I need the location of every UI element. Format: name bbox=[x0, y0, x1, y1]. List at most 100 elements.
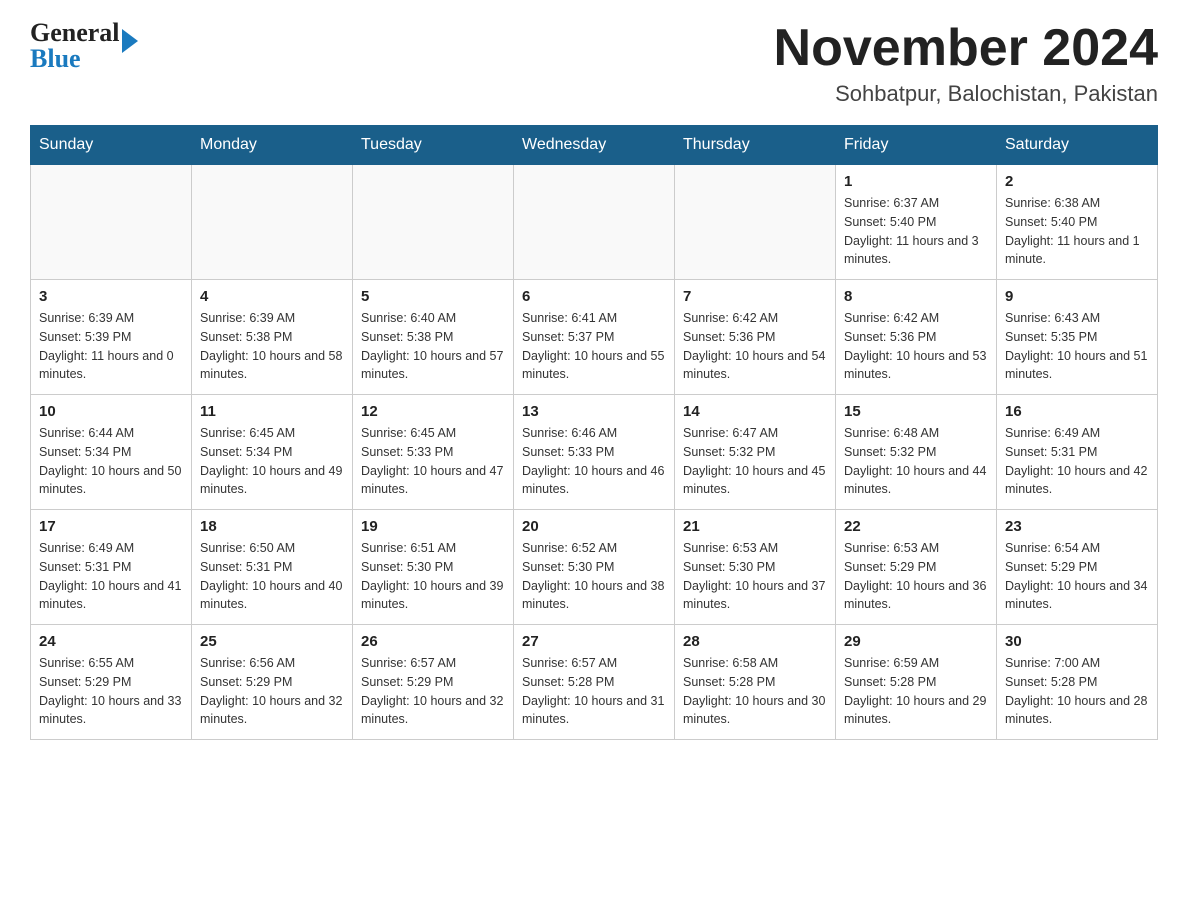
calendar-cell: 29Sunrise: 6:59 AM Sunset: 5:28 PM Dayli… bbox=[836, 625, 997, 740]
day-number: 14 bbox=[683, 403, 827, 420]
day-number: 1 bbox=[844, 173, 988, 190]
calendar-cell: 17 Sunrise: 6:49 AM Sunset: 5:31 PM Dayli… bbox=[31, 510, 192, 625]
weekday-header-row: SundayMondayTuesdayWednesdayThursdayFrid… bbox=[31, 126, 1158, 165]
day-info: Sunrise: 6:51 AM Sunset: 5:30 PM Dayligh… bbox=[361, 539, 505, 614]
weekday-header-saturday: Saturday bbox=[997, 126, 1158, 165]
day-info: Sunrise: 6:54 AM Sunset: 5:29 PM Dayligh… bbox=[1005, 539, 1149, 614]
day-number: 26 bbox=[361, 633, 505, 650]
day-number: 7 bbox=[683, 288, 827, 305]
day-info: Sunrise: 6:57 AM Sunset: 5:29 PM Dayligh… bbox=[361, 654, 505, 729]
weekday-header-tuesday: Tuesday bbox=[353, 126, 514, 165]
month-title: November 2024 bbox=[774, 20, 1158, 77]
day-info: Sunrise: 6:59 AM Sunset: 5:28 PM Dayligh… bbox=[844, 654, 988, 729]
day-info: Sunrise: 6:58 AM Sunset: 5:28 PM Dayligh… bbox=[683, 654, 827, 729]
calendar-cell bbox=[31, 165, 192, 280]
day-number: 23 bbox=[1005, 518, 1149, 535]
day-info: Sunrise: 6:52 AM Sunset: 5:30 PM Dayligh… bbox=[522, 539, 666, 614]
calendar-cell: 4 Sunrise: 6:39 AM Sunset: 5:38 PM Daylig… bbox=[192, 280, 353, 395]
calendar-cell: 16 Sunrise: 6:49 AM Sunset: 5:31 PM Dayli… bbox=[997, 395, 1158, 510]
calendar-cell bbox=[192, 165, 353, 280]
day-number: 27 bbox=[522, 633, 666, 650]
day-number: 21 bbox=[683, 518, 827, 535]
calendar-week-row: 3 Sunrise: 6:39 AM Sunset: 5:39 PM Daylig… bbox=[31, 280, 1158, 395]
day-number: 5 bbox=[361, 288, 505, 305]
calendar-cell: 22Sunrise: 6:53 AM Sunset: 5:29 PM Dayli… bbox=[836, 510, 997, 625]
calendar-cell: 1Sunrise: 6:37 AM Sunset: 5:40 PM Daylig… bbox=[836, 165, 997, 280]
page-header: General Blue November 2024 Sohbatpur, Ba… bbox=[30, 20, 1158, 107]
calendar-cell: 18 Sunrise: 6:50 AM Sunset: 5:31 PM Dayli… bbox=[192, 510, 353, 625]
day-info: Sunrise: 6:50 AM Sunset: 5:31 PM Dayligh… bbox=[200, 539, 344, 614]
day-info: Sunrise: 6:55 AM Sunset: 5:29 PM Dayligh… bbox=[39, 654, 183, 729]
title-area: November 2024 Sohbatpur, Balochistan, Pa… bbox=[774, 20, 1158, 107]
day-number: 4 bbox=[200, 288, 344, 305]
calendar-cell: 6 Sunrise: 6:41 AM Sunset: 5:37 PM Daylig… bbox=[514, 280, 675, 395]
day-number: 10 bbox=[39, 403, 183, 420]
calendar-header: SundayMondayTuesdayWednesdayThursdayFrid… bbox=[31, 126, 1158, 165]
calendar-cell: 3 Sunrise: 6:39 AM Sunset: 5:39 PM Daylig… bbox=[31, 280, 192, 395]
calendar-cell: 5 Sunrise: 6:40 AM Sunset: 5:38 PM Daylig… bbox=[353, 280, 514, 395]
day-info: Sunrise: 6:39 AM Sunset: 5:39 PM Dayligh… bbox=[39, 309, 183, 384]
calendar-cell: 15 Sunrise: 6:48 AM Sunset: 5:32 PM Dayli… bbox=[836, 395, 997, 510]
logo-line2: Blue bbox=[30, 46, 120, 72]
day-info: Sunrise: 6:42 AM Sunset: 5:36 PM Dayligh… bbox=[844, 309, 988, 384]
calendar-cell: 10 Sunrise: 6:44 AM Sunset: 5:34 PM Dayli… bbox=[31, 395, 192, 510]
calendar-cell: 13 Sunrise: 6:46 AM Sunset: 5:33 PM Dayli… bbox=[514, 395, 675, 510]
day-number: 2 bbox=[1005, 173, 1149, 190]
day-info: Sunrise: 6:38 AM Sunset: 5:40 PM Dayligh… bbox=[1005, 194, 1149, 269]
day-number: 28 bbox=[683, 633, 827, 650]
day-info: Sunrise: 6:42 AM Sunset: 5:36 PM Dayligh… bbox=[683, 309, 827, 384]
day-number: 18 bbox=[200, 518, 344, 535]
day-number: 9 bbox=[1005, 288, 1149, 305]
calendar-cell bbox=[353, 165, 514, 280]
calendar-cell: 28 Sunrise: 6:58 AM Sunset: 5:28 PM Dayli… bbox=[675, 625, 836, 740]
calendar-cell: 21 Sunrise: 6:53 AM Sunset: 5:30 PM Dayli… bbox=[675, 510, 836, 625]
day-info: Sunrise: 6:40 AM Sunset: 5:38 PM Dayligh… bbox=[361, 309, 505, 384]
logo-text: General Blue bbox=[30, 20, 120, 72]
calendar-cell: 14 Sunrise: 6:47 AM Sunset: 5:32 PM Dayli… bbox=[675, 395, 836, 510]
calendar-cell: 26 Sunrise: 6:57 AM Sunset: 5:29 PM Dayli… bbox=[353, 625, 514, 740]
calendar-cell: 2 Sunrise: 6:38 AM Sunset: 5:40 PM Daylig… bbox=[997, 165, 1158, 280]
day-info: Sunrise: 6:45 AM Sunset: 5:33 PM Dayligh… bbox=[361, 424, 505, 499]
day-number: 8 bbox=[844, 288, 988, 305]
day-number: 15 bbox=[844, 403, 988, 420]
weekday-header-friday: Friday bbox=[836, 126, 997, 165]
day-number: 30 bbox=[1005, 633, 1149, 650]
day-number: 12 bbox=[361, 403, 505, 420]
day-number: 3 bbox=[39, 288, 183, 305]
calendar-cell: 19 Sunrise: 6:51 AM Sunset: 5:30 PM Dayli… bbox=[353, 510, 514, 625]
logo-triangle-icon bbox=[122, 29, 138, 53]
day-number: 22 bbox=[844, 518, 988, 535]
day-info: Sunrise: 6:49 AM Sunset: 5:31 PM Dayligh… bbox=[39, 539, 183, 614]
calendar-cell: 12 Sunrise: 6:45 AM Sunset: 5:33 PM Dayli… bbox=[353, 395, 514, 510]
day-info: Sunrise: 6:39 AM Sunset: 5:38 PM Dayligh… bbox=[200, 309, 344, 384]
day-number: 24 bbox=[39, 633, 183, 650]
day-number: 19 bbox=[361, 518, 505, 535]
calendar-cell bbox=[514, 165, 675, 280]
day-info: Sunrise: 6:48 AM Sunset: 5:32 PM Dayligh… bbox=[844, 424, 988, 499]
day-info: Sunrise: 6:44 AM Sunset: 5:34 PM Dayligh… bbox=[39, 424, 183, 499]
day-info: Sunrise: 6:57 AM Sunset: 5:28 PM Dayligh… bbox=[522, 654, 666, 729]
calendar-cell: 9Sunrise: 6:43 AM Sunset: 5:35 PM Daylig… bbox=[997, 280, 1158, 395]
day-number: 16 bbox=[1005, 403, 1149, 420]
calendar-cell: 25Sunrise: 6:56 AM Sunset: 5:29 PM Dayli… bbox=[192, 625, 353, 740]
calendar-week-row: 17 Sunrise: 6:49 AM Sunset: 5:31 PM Dayli… bbox=[31, 510, 1158, 625]
calendar-cell: 30Sunrise: 7:00 AM Sunset: 5:28 PM Dayli… bbox=[997, 625, 1158, 740]
calendar-week-row: 1Sunrise: 6:37 AM Sunset: 5:40 PM Daylig… bbox=[31, 165, 1158, 280]
day-number: 13 bbox=[522, 403, 666, 420]
day-number: 6 bbox=[522, 288, 666, 305]
calendar-cell: 27 Sunrise: 6:57 AM Sunset: 5:28 PM Dayli… bbox=[514, 625, 675, 740]
weekday-header-wednesday: Wednesday bbox=[514, 126, 675, 165]
day-info: Sunrise: 6:41 AM Sunset: 5:37 PM Dayligh… bbox=[522, 309, 666, 384]
day-info: Sunrise: 6:56 AM Sunset: 5:29 PM Dayligh… bbox=[200, 654, 344, 729]
day-info: Sunrise: 6:49 AM Sunset: 5:31 PM Dayligh… bbox=[1005, 424, 1149, 499]
day-info: Sunrise: 6:47 AM Sunset: 5:32 PM Dayligh… bbox=[683, 424, 827, 499]
weekday-header-monday: Monday bbox=[192, 126, 353, 165]
calendar-table: SundayMondayTuesdayWednesdayThursdayFrid… bbox=[30, 125, 1158, 740]
calendar-cell: 7 Sunrise: 6:42 AM Sunset: 5:36 PM Daylig… bbox=[675, 280, 836, 395]
day-number: 20 bbox=[522, 518, 666, 535]
calendar-cell: 23 Sunrise: 6:54 AM Sunset: 5:29 PM Dayli… bbox=[997, 510, 1158, 625]
day-info: Sunrise: 6:45 AM Sunset: 5:34 PM Dayligh… bbox=[200, 424, 344, 499]
day-info: Sunrise: 6:53 AM Sunset: 5:30 PM Dayligh… bbox=[683, 539, 827, 614]
day-number: 17 bbox=[39, 518, 183, 535]
day-info: Sunrise: 6:46 AM Sunset: 5:33 PM Dayligh… bbox=[522, 424, 666, 499]
